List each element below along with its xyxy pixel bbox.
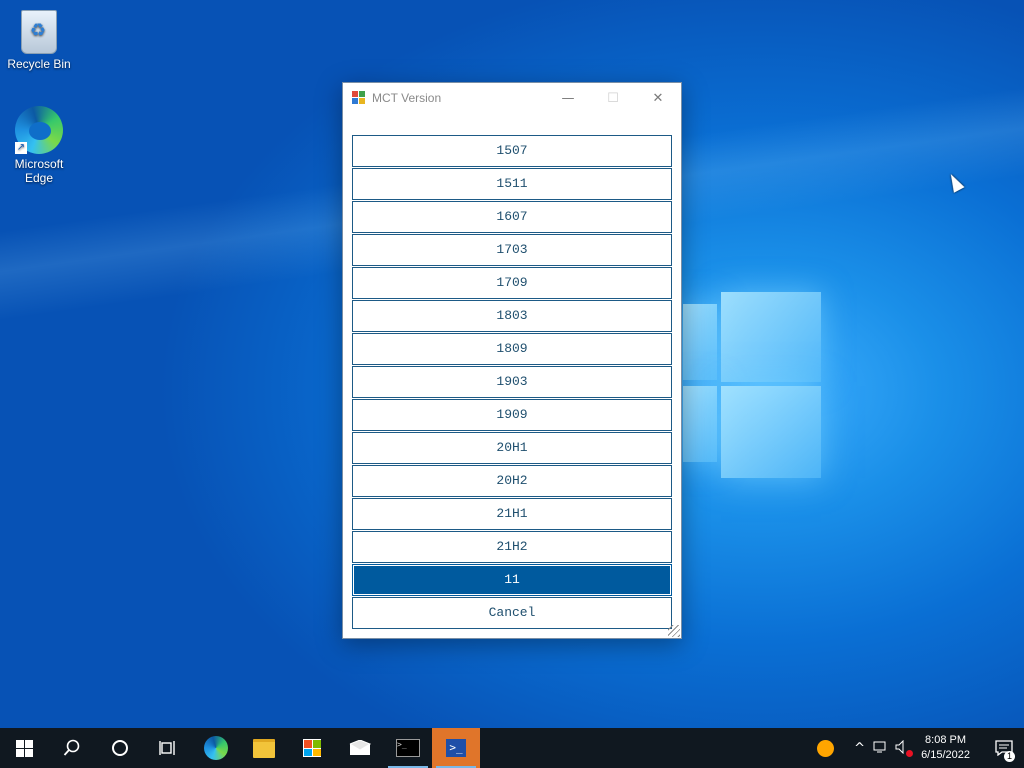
shortcut-arrow-icon: ↗ — [15, 142, 27, 154]
window-title: MCT Version — [372, 91, 442, 105]
cortana-icon — [112, 740, 128, 756]
taskbar-powershell[interactable]: >_ — [432, 728, 480, 768]
powershell-icon: >_ — [446, 739, 466, 757]
cortana-button[interactable] — [96, 728, 144, 768]
taskbar-mail[interactable] — [336, 728, 384, 768]
wallpaper-logo-pane — [721, 386, 821, 478]
volume-muted-icon[interactable] — [895, 739, 914, 757]
start-button[interactable] — [0, 728, 48, 768]
close-button[interactable]: ✕ — [635, 83, 681, 113]
taskbar-store[interactable] — [288, 728, 336, 768]
task-view-icon — [159, 741, 175, 755]
version-button-1909[interactable]: 1909 — [352, 399, 672, 431]
taskbar-clock[interactable]: 8:08 PM 6/15/2022 — [921, 733, 970, 763]
version-button-1507[interactable]: 1507 — [352, 135, 672, 167]
maximize-button[interactable]: ☐ — [590, 83, 636, 113]
version-button-11[interactable]: 11 — [352, 564, 672, 596]
version-button-1607[interactable]: 1607 — [352, 201, 672, 233]
windows-logo-icon — [15, 739, 33, 757]
action-center-button[interactable]: 1 — [984, 728, 1024, 768]
cmd-icon: >_ — [396, 739, 420, 757]
desktop-icon-edge[interactable]: ↗ Microsoft Edge — [1, 106, 77, 185]
recycle-bin-icon — [21, 10, 57, 54]
task-view-button[interactable] — [144, 728, 192, 768]
version-button-1803[interactable]: 1803 — [352, 300, 672, 332]
version-button-list: 1507 1511 1607 1703 1709 1803 1809 1903 … — [352, 135, 672, 630]
mct-version-window: MCT Version — ☐ ✕ 1507 1511 1607 1703 17… — [342, 82, 682, 639]
edge-icon: ↗ — [15, 106, 63, 154]
version-button-20h1[interactable]: 20H1 — [352, 432, 672, 464]
resize-grip[interactable] — [668, 625, 680, 637]
system-tray: ^ 8:08 PM 6/15/2022 1 — [817, 728, 1024, 768]
search-icon — [63, 739, 80, 756]
version-button-21h1[interactable]: 21H1 — [352, 498, 672, 530]
taskbar-edge[interactable] — [192, 728, 240, 768]
search-button[interactable] — [48, 728, 96, 768]
clock-time: 8:08 PM — [925, 734, 967, 746]
minimize-button[interactable]: — — [545, 83, 591, 113]
wallpaper-logo-pane — [721, 292, 821, 382]
desktop-icon-label: Recycle Bin — [7, 57, 71, 71]
wallpaper-logo-pane — [683, 304, 717, 380]
file-explorer-icon — [253, 738, 275, 758]
desktop-icon-recycle-bin[interactable]: Recycle Bin — [1, 10, 77, 71]
version-button-21h2[interactable]: 21H2 — [352, 531, 672, 563]
chevron-up-icon[interactable]: ^ — [854, 741, 865, 756]
mail-icon — [349, 740, 371, 755]
cancel-button[interactable]: Cancel — [352, 597, 672, 629]
version-button-1703[interactable]: 1703 — [352, 234, 672, 266]
desktop-icon-label: Microsoft Edge — [14, 157, 64, 185]
version-button-20h2[interactable]: 20H2 — [352, 465, 672, 497]
orange-status-icon[interactable] — [817, 739, 835, 757]
app-icon — [352, 91, 366, 105]
network-icon[interactable] — [873, 740, 889, 757]
version-button-1903[interactable]: 1903 — [352, 366, 672, 398]
store-icon — [303, 739, 321, 757]
taskbar-file-explorer[interactable] — [240, 728, 288, 768]
edge-icon — [204, 736, 228, 760]
taskbar-cmd[interactable]: >_ — [384, 728, 432, 768]
version-button-1809[interactable]: 1809 — [352, 333, 672, 365]
clock-date: 6/15/2022 — [921, 749, 970, 761]
wallpaper-logo-pane — [683, 386, 717, 462]
title-bar[interactable]: MCT Version — ☐ ✕ — [343, 83, 681, 113]
version-button-1511[interactable]: 1511 — [352, 168, 672, 200]
version-button-1709[interactable]: 1709 — [352, 267, 672, 299]
taskbar: >_ >_ ^ 8:08 PM 6/15/2022 1 — [0, 728, 1024, 768]
notification-count-badge: 1 — [1004, 751, 1015, 762]
